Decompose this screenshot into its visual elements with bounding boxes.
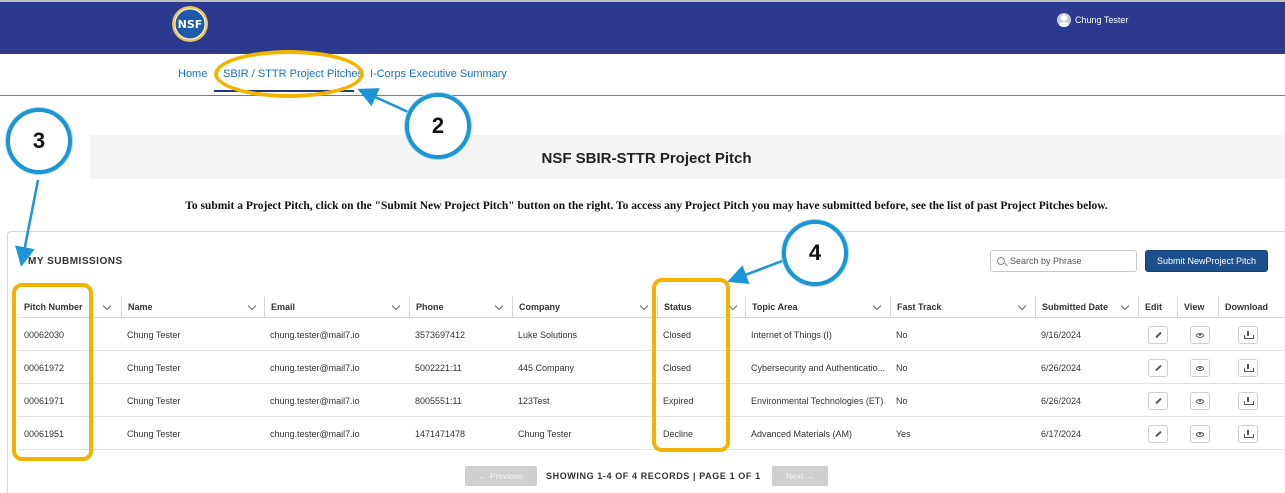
pagination-status: SHOWING 1-4 OF 4 RECORDS | PAGE 1 OF 1: [546, 471, 761, 481]
top-header: NSF Chung Tester: [0, 0, 1285, 54]
edit-button[interactable]: [1148, 326, 1168, 344]
col-header-topic-area[interactable]: Topic Area: [745, 296, 890, 318]
cell-company: 445 Company: [518, 362, 575, 373]
submissions-title: MY SUBMISSIONS: [28, 256, 123, 267]
annotation-callout-3: 3: [6, 108, 72, 174]
chevron-down-icon[interactable]: [1017, 301, 1027, 311]
col-header-view: View: [1177, 296, 1218, 318]
annotation-callout-4: 4: [782, 220, 848, 286]
cell-company: 123Test: [518, 395, 550, 406]
col-header-submitted-date[interactable]: Submitted Date: [1035, 296, 1138, 318]
col-header-name[interactable]: Name: [121, 296, 264, 318]
cell-name: Chung Tester: [127, 428, 181, 439]
cell-topic-area: Internet of Things (I): [751, 329, 832, 340]
user-menu[interactable]: Chung Tester: [1057, 13, 1128, 27]
search-placeholder: Search by Phrase: [1010, 256, 1082, 266]
cell-fast-track: Yes: [896, 428, 911, 439]
cell-name: Chung Tester: [127, 362, 181, 373]
edit-button[interactable]: [1148, 392, 1168, 410]
cell-fast-track: No: [896, 395, 908, 406]
cell-email: chung.tester@mail7.io: [270, 428, 360, 439]
eye-icon: [1196, 398, 1204, 404]
chevron-down-icon[interactable]: [1120, 301, 1130, 311]
previous-page-button[interactable]: ← Previous: [465, 466, 537, 486]
chevron-down-icon[interactable]: [494, 301, 504, 311]
view-button[interactable]: [1190, 326, 1210, 344]
cell-name: Chung Tester: [127, 395, 181, 406]
page-title: NSF SBIR-STTR Project Pitch: [541, 150, 752, 167]
cell-topic-area: Environmental Technologies (ET): [751, 395, 884, 406]
cell-email: chung.tester@mail7.io: [270, 395, 360, 406]
annotation-callout-2: 2: [405, 93, 471, 159]
eye-icon: [1196, 332, 1204, 338]
page-instructions: To submit a Project Pitch, click on the …: [185, 200, 1108, 212]
next-page-button[interactable]: Next →: [772, 466, 828, 486]
chevron-down-icon[interactable]: [102, 301, 112, 311]
download-button[interactable]: [1238, 425, 1258, 443]
cell-email: chung.tester@mail7.io: [270, 329, 360, 340]
cell-name: Chung Tester: [127, 329, 181, 340]
col-header-fast-track[interactable]: Fast Track: [890, 296, 1035, 318]
app-root: NSF Chung Tester Home SBIR / STTR Projec…: [0, 0, 1285, 493]
submit-new-project-pitch-button[interactable]: Submit NewProject Pitch: [1145, 250, 1268, 272]
cell-company: Chung Tester: [518, 428, 572, 439]
download-button[interactable]: [1238, 359, 1258, 377]
col-header-edit: Edit: [1138, 296, 1177, 318]
col-header-email[interactable]: Email: [264, 296, 409, 318]
main-nav: Home SBIR / STTR Project Pitches I-Corps…: [0, 54, 1285, 96]
cell-topic-area: Cybersecurity and Authenticatio...: [751, 362, 886, 373]
nsf-logo[interactable]: NSF: [170, 4, 210, 44]
download-icon: [1244, 430, 1254, 438]
annotation-highlight-nav: [214, 50, 364, 98]
pencil-icon: [1154, 331, 1162, 339]
download-icon: [1244, 331, 1254, 339]
col-header-download: Download: [1218, 296, 1285, 318]
annotation-highlight-status: [652, 278, 730, 452]
cell-fast-track: No: [896, 329, 908, 340]
download-icon: [1244, 397, 1254, 405]
pencil-icon: [1154, 397, 1162, 405]
cell-submitted-date: 6/26/2024: [1041, 395, 1082, 406]
cell-submitted-date: 6/26/2024: [1041, 362, 1082, 373]
chevron-down-icon[interactable]: [639, 301, 649, 311]
chevron-down-icon[interactable]: [247, 301, 257, 311]
cell-submitted-date: 9/16/2024: [1041, 329, 1082, 340]
search-icon: [997, 257, 1005, 265]
download-button[interactable]: [1238, 392, 1258, 410]
eye-icon: [1196, 365, 1204, 371]
cell-phone: 5002221:11: [415, 362, 462, 373]
annotation-highlight-pitch-number: [12, 283, 93, 461]
cell-topic-area: Advanced Materials (AM): [751, 428, 853, 439]
cell-phone: 1471471478: [415, 428, 466, 439]
pencil-icon: [1154, 430, 1162, 438]
download-icon: [1244, 364, 1254, 372]
search-input[interactable]: Search by Phrase: [990, 250, 1137, 272]
cell-company: Luke Solutions: [518, 329, 578, 340]
cell-submitted-date: 6/17/2024: [1041, 428, 1082, 439]
chevron-down-icon[interactable]: [872, 301, 882, 311]
view-button[interactable]: [1190, 359, 1210, 377]
col-header-company[interactable]: Company: [512, 296, 657, 318]
nav-home[interactable]: Home: [178, 68, 207, 80]
chevron-down-icon[interactable]: [728, 301, 738, 311]
cell-fast-track: No: [896, 362, 908, 373]
user-avatar-icon: [1057, 13, 1071, 27]
view-button[interactable]: [1190, 425, 1210, 443]
chevron-down-icon[interactable]: [391, 301, 401, 311]
svg-text:NSF: NSF: [178, 18, 203, 31]
user-name: Chung Tester: [1075, 15, 1129, 25]
edit-button[interactable]: [1148, 359, 1168, 377]
eye-icon: [1196, 431, 1204, 437]
col-header-phone[interactable]: Phone: [409, 296, 512, 318]
nav-icorps-executive-summary[interactable]: I-Corps Executive Summary: [370, 68, 507, 80]
cell-email: chung.tester@mail7.io: [270, 362, 360, 373]
cell-phone: 3573697412: [415, 329, 466, 340]
edit-button[interactable]: [1148, 425, 1168, 443]
pencil-icon: [1154, 364, 1162, 372]
download-button[interactable]: [1238, 326, 1258, 344]
cell-phone: 8005551:11: [415, 395, 462, 406]
view-button[interactable]: [1190, 392, 1210, 410]
